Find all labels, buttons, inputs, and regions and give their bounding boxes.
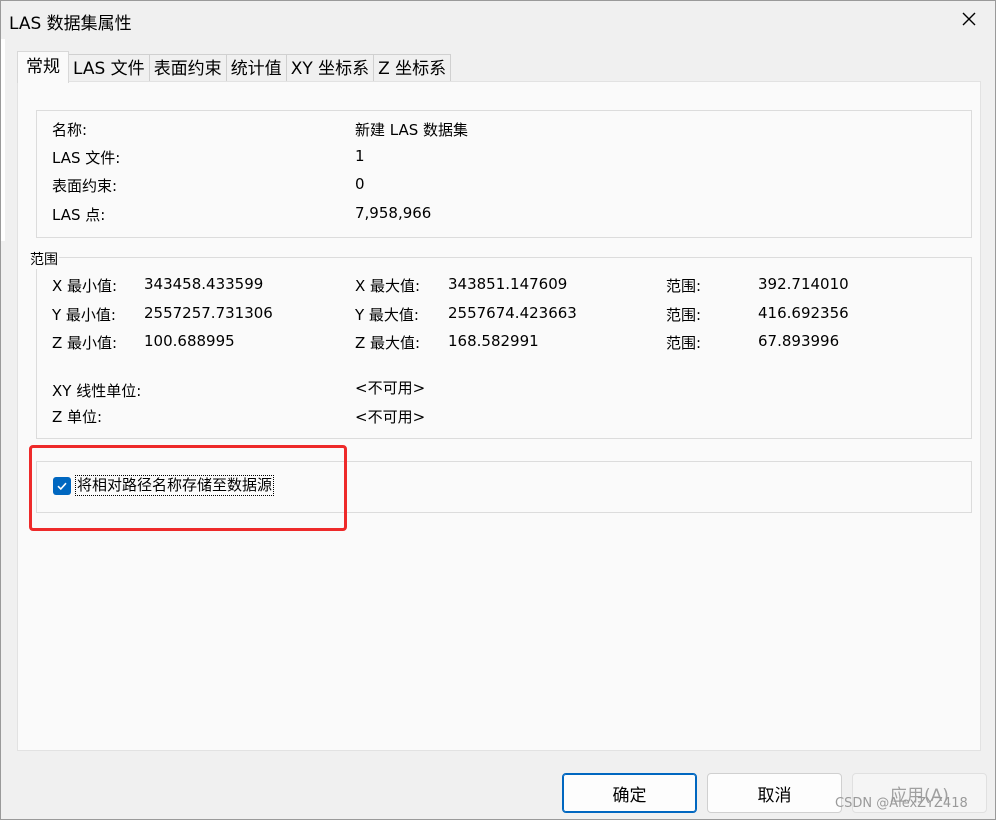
tab-statistics[interactable]: 统计值: [225, 54, 287, 83]
window-title: LAS 数据集属性: [9, 14, 132, 34]
x-max-value: 343851.147609: [448, 275, 568, 293]
close-button[interactable]: [951, 3, 987, 35]
title-bar[interactable]: LAS 数据集属性: [1, 1, 995, 39]
z-min-label: Z 最小值:: [52, 334, 118, 352]
watermark: CSDN @AlexZYZ418: [835, 796, 968, 811]
y-max-label: Y 最大值:: [355, 306, 419, 324]
xy-unit-value: <不可用>: [355, 379, 426, 397]
surface-constraints-value: 0: [355, 175, 365, 193]
tab-las-files[interactable]: LAS 文件: [68, 54, 150, 83]
tab-surface-constraints[interactable]: 表面约束: [148, 54, 227, 83]
las-files-value: 1: [355, 147, 365, 165]
checkmark-icon: [57, 482, 67, 490]
las-dataset-properties-dialog: LAS 数据集属性 常规 LAS 文件 表面约束 统计值 XY 坐标系 Z 坐标…: [0, 0, 996, 820]
store-relative-path-label[interactable]: 将相对路径名称存储至数据源: [75, 475, 275, 496]
z-range-label: 范围:: [666, 334, 702, 352]
surface-constraints-label: 表面约束:: [52, 177, 118, 195]
tab-z-coordinate-system[interactable]: Z 坐标系: [373, 54, 452, 83]
z-max-value: 168.582991: [448, 332, 539, 350]
xy-unit-label: XY 线性单位:: [52, 382, 142, 400]
store-relative-path-checkbox[interactable]: [53, 476, 71, 495]
x-min-value: 343458.433599: [144, 275, 264, 293]
las-points-value: 7,958,966: [355, 204, 432, 222]
tab-general[interactable]: 常规: [17, 51, 69, 83]
y-range-label: 范围:: [666, 306, 702, 324]
y-range-value: 416.692356: [758, 304, 849, 322]
ok-button[interactable]: 确定: [562, 773, 697, 813]
x-range-label: 范围:: [666, 277, 702, 295]
z-min-value: 100.688995: [144, 332, 235, 350]
x-range-value: 392.714010: [758, 275, 849, 293]
x-max-label: X 最大值:: [355, 277, 421, 295]
y-max-value: 2557674.423663: [448, 304, 577, 322]
las-points-label: LAS 点:: [52, 206, 106, 224]
y-min-value: 2557257.731306: [144, 304, 273, 322]
z-max-label: Z 最大值:: [355, 334, 421, 352]
general-info-group: [36, 110, 972, 238]
close-icon: [962, 12, 976, 26]
tab-xy-coordinate-system[interactable]: XY 坐标系: [285, 54, 375, 83]
x-min-label: X 最小值:: [52, 277, 118, 295]
name-label: 名称:: [52, 121, 88, 139]
las-files-label: LAS 文件:: [52, 149, 121, 167]
cancel-button[interactable]: 取消: [707, 773, 842, 813]
y-min-label: Y 最小值:: [52, 306, 116, 324]
z-unit-value: <不可用>: [355, 408, 426, 426]
extent-group-label: 范围: [29, 249, 59, 269]
name-value: 新建 LAS 数据集: [355, 121, 469, 139]
z-unit-label: Z 单位:: [52, 408, 103, 426]
tab-strip: 常规 LAS 文件 表面约束 统计值 XY 坐标系 Z 坐标系: [17, 51, 452, 83]
store-relative-path-option[interactable]: 将相对路径名称存储至数据源: [53, 475, 275, 496]
z-range-value: 67.893996: [758, 332, 840, 350]
